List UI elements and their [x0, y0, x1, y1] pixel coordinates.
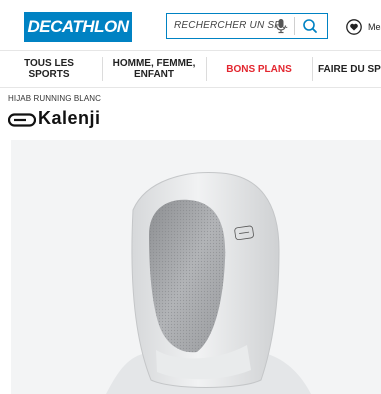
nav-item-do-sport[interactable]: FAIRE DU SP [318, 51, 381, 87]
brand-name: Kalenji [38, 108, 101, 128]
nav-item-men-women-kids[interactable]: HOMME, FEMME, ENFANT [110, 51, 198, 87]
nav-item-all-sports[interactable]: TOUS LES SPORTS [4, 51, 94, 87]
heart-icon[interactable] [346, 19, 362, 35]
decathlon-logo[interactable]: DECATHLON [24, 12, 132, 42]
nav-item-deals[interactable]: BONS PLANS [212, 51, 306, 87]
search-divider [294, 17, 295, 35]
search-icon[interactable] [299, 17, 321, 35]
nav-divider [102, 57, 103, 81]
search-input[interactable]: RECHERCHER UN SP... [174, 20, 289, 31]
product-title: HIJAB RUNNING BLANC [8, 94, 102, 103]
kalenji-logo-icon [8, 113, 36, 127]
product-image[interactable] [11, 140, 381, 394]
search-bar[interactable]: RECHERCHER UN SP... [166, 13, 328, 39]
main-navigation: TOUS LES SPORTS HOMME, FEMME, ENFANT BON… [0, 50, 381, 88]
wishlist-label[interactable]: Mes [368, 22, 381, 32]
microphone-icon[interactable] [274, 18, 288, 34]
nav-divider [312, 57, 313, 81]
nav-divider [206, 57, 207, 81]
hijab-illustration [106, 172, 311, 394]
brand-logo[interactable]: Kalenji [8, 108, 118, 136]
site-header: DECATHLON RECHERCHER UN SP... Mes [0, 0, 381, 50]
